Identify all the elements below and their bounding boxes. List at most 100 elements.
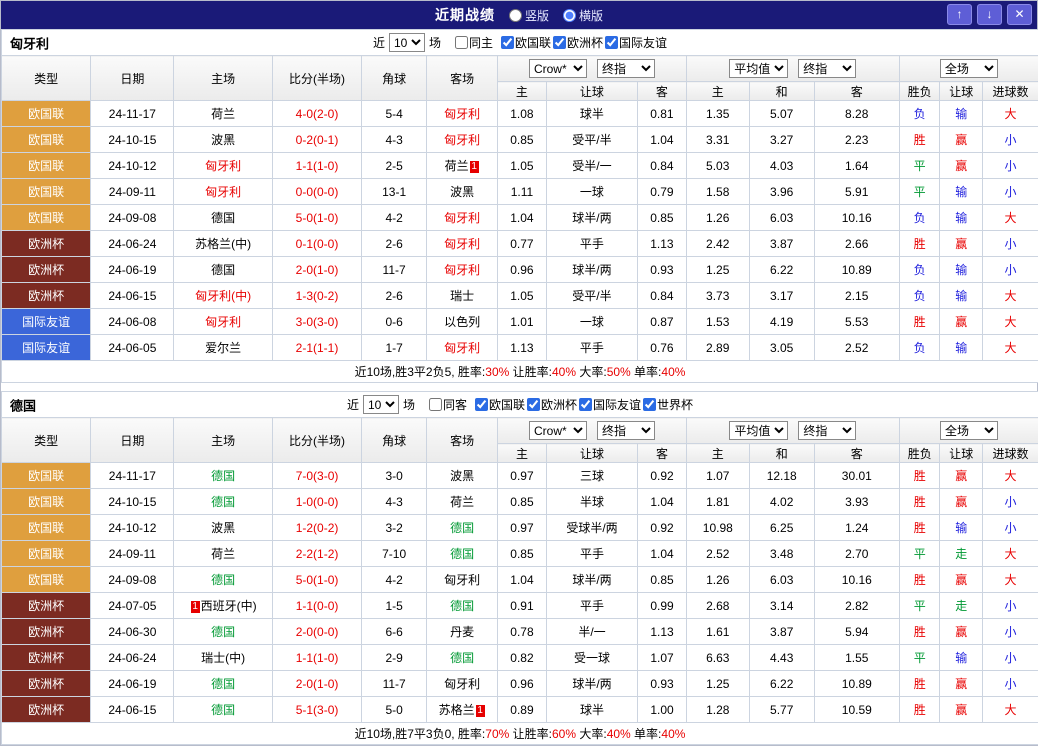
same-venue-checkbox[interactable] — [429, 398, 442, 411]
col-odds-handicap: 让球 — [546, 82, 637, 101]
layout-vertical-radio[interactable] — [509, 9, 522, 22]
match-row: 欧洲杯24-06-24瑞士(中)1-1(1-0)2-9德国0.82受一球1.07… — [2, 645, 1038, 671]
layout-horizontal-radio[interactable] — [563, 9, 576, 22]
match-row: 欧洲杯24-06-24苏格兰(中)0-1(0-0)2-6匈牙利0.77平手1.1… — [2, 231, 1038, 257]
league-checkbox[interactable] — [579, 398, 592, 411]
avg-draw-cell: 3.87 — [749, 619, 814, 645]
league-filter-option[interactable]: 欧国联 — [501, 34, 551, 51]
league-checkbox[interactable] — [527, 398, 540, 411]
layout-vertical-option[interactable]: 竖版 — [509, 7, 549, 24]
average-select[interactable]: 平均值 — [729, 421, 788, 440]
average-final-select[interactable]: 终指 — [798, 59, 856, 78]
league-checkbox[interactable] — [553, 36, 566, 49]
avg-home-cell: 3.73 — [686, 283, 749, 309]
result-handicap-cell: 赢 — [940, 127, 983, 153]
team-name-text: 丹麦 — [450, 625, 474, 639]
average-group-header: 平均值 终指 — [686, 418, 899, 444]
avg-draw-cell: 5.07 — [749, 101, 814, 127]
header-group-row: 类型 日期 主场 比分(半场) 角球 客场 Crow* 终指 平均值 — [2, 418, 1038, 444]
league-filter-option[interactable]: 欧洲杯 — [527, 396, 577, 413]
match-row: 欧洲杯24-07-051西班牙(中)1-1(0-0)1-5德国0.91平手0.9… — [2, 593, 1038, 619]
layout-horizontal-option[interactable]: 横版 — [563, 7, 603, 24]
close-button[interactable]: ✕ — [1007, 4, 1032, 25]
same-venue-filter[interactable]: 同主 — [455, 34, 493, 51]
avg-home-cell: 1.28 — [686, 697, 749, 723]
team-name-text: 德国 — [450, 521, 474, 535]
match-row: 欧国联24-09-11匈牙利0-0(0-0)13-1波黑1.11一球0.791.… — [2, 179, 1038, 205]
odds-handicap-cell: 受平/半 — [546, 127, 637, 153]
home-team-cell: 波黑 — [174, 515, 272, 541]
avg-draw-cell: 6.03 — [749, 567, 814, 593]
league-checkbox[interactable] — [475, 398, 488, 411]
league-filter-option[interactable]: 国际友谊 — [579, 396, 641, 413]
odds-handicap-cell: 球半/两 — [546, 205, 637, 231]
odds-away-cell: 0.99 — [638, 593, 687, 619]
league-filter-option[interactable]: 欧洲杯 — [553, 34, 603, 51]
odds-away-cell: 0.81 — [638, 101, 687, 127]
league-filter-option[interactable]: 欧国联 — [475, 396, 525, 413]
average-final-select[interactable]: 终指 — [798, 421, 856, 440]
result-wdl-cell: 平 — [899, 541, 940, 567]
avg-home-cell: 6.63 — [686, 645, 749, 671]
same-venue-filter[interactable]: 同客 — [429, 396, 467, 413]
summary-segment: 大率: — [576, 727, 607, 741]
scroll-up-button[interactable]: ↑ — [947, 4, 972, 25]
titlebar-buttons: ↑ ↓ ✕ — [947, 4, 1032, 25]
same-venue-checkbox[interactable] — [455, 36, 468, 49]
result-handicap-cell: 输 — [940, 283, 983, 309]
result-goals-cell: 大 — [983, 309, 1038, 335]
result-wdl-cell: 负 — [899, 283, 940, 309]
odds-away-cell: 0.93 — [638, 671, 687, 697]
team-name-text: 荷兰 — [211, 547, 235, 561]
league-checkbox[interactable] — [501, 36, 514, 49]
col-avg-away: 客 — [814, 82, 899, 101]
summary-segment: 近10场,胜7平3负0, 胜率: — [355, 727, 486, 741]
average-select[interactable]: 平均值 — [729, 59, 788, 78]
league-filter-label: 欧国联 — [489, 396, 525, 413]
corner-cell: 5-0 — [362, 697, 427, 723]
avg-away-cell: 2.82 — [814, 593, 899, 619]
result-goals-cell: 小 — [983, 179, 1038, 205]
odds-source-select[interactable]: Crow* — [529, 59, 587, 78]
near-label: 近 — [373, 34, 385, 51]
odds-home-cell: 0.89 — [498, 697, 547, 723]
result-wdl-cell: 胜 — [899, 489, 940, 515]
home-team-cell: 1西班牙(中) — [174, 593, 272, 619]
same-venue-label: 同客 — [443, 396, 467, 413]
league-filter-option[interactable]: 国际友谊 — [605, 34, 667, 51]
col-odds-home: 主 — [498, 444, 547, 463]
match-row: 国际友谊24-06-08匈牙利3-0(3-0)0-6以色列1.01一球0.871… — [2, 309, 1038, 335]
odds-final-select[interactable]: 终指 — [597, 421, 655, 440]
result-handicap-cell: 输 — [940, 515, 983, 541]
match-count-select[interactable]: 10 — [363, 395, 399, 414]
odds-source-select[interactable]: Crow* — [529, 421, 587, 440]
team-name-text: 波黑 — [450, 469, 474, 483]
summary-segment: 大率: — [576, 365, 607, 379]
result-wdl-cell: 胜 — [899, 309, 940, 335]
match-count-select[interactable]: 10 — [389, 33, 425, 52]
odds-handicap-cell: 受平/半 — [546, 283, 637, 309]
result-wdl-cell: 胜 — [899, 515, 940, 541]
avg-away-cell: 10.16 — [814, 567, 899, 593]
odds-away-cell: 1.04 — [638, 489, 687, 515]
team-name-text: 德国 — [211, 469, 235, 483]
result-wdl-cell: 平 — [899, 179, 940, 205]
match-row: 欧国联24-10-15波黑0-2(0-1)4-3匈牙利0.85受平/半1.043… — [2, 127, 1038, 153]
avg-away-cell: 1.55 — [814, 645, 899, 671]
odds-away-cell: 0.85 — [638, 205, 687, 231]
league-checkbox[interactable] — [605, 36, 618, 49]
fulltime-select[interactable]: 全场 — [940, 59, 998, 78]
score-cell: 1-3(0-2) — [272, 283, 361, 309]
avg-away-cell: 8.28 — [814, 101, 899, 127]
league-filter-option[interactable]: 世界杯 — [643, 396, 693, 413]
odds-away-cell: 1.13 — [638, 619, 687, 645]
league-checkbox[interactable] — [643, 398, 656, 411]
scroll-down-button[interactable]: ↓ — [977, 4, 1002, 25]
odds-final-select[interactable]: 终指 — [597, 59, 655, 78]
team-name-text: 匈牙利 — [444, 237, 480, 251]
fulltime-select[interactable]: 全场 — [940, 421, 998, 440]
result-wdl-cell: 胜 — [899, 619, 940, 645]
team-name-text: 匈牙利 — [444, 133, 480, 147]
team-title: 德国 — [10, 395, 36, 414]
league-type-cell: 欧国联 — [2, 153, 91, 179]
